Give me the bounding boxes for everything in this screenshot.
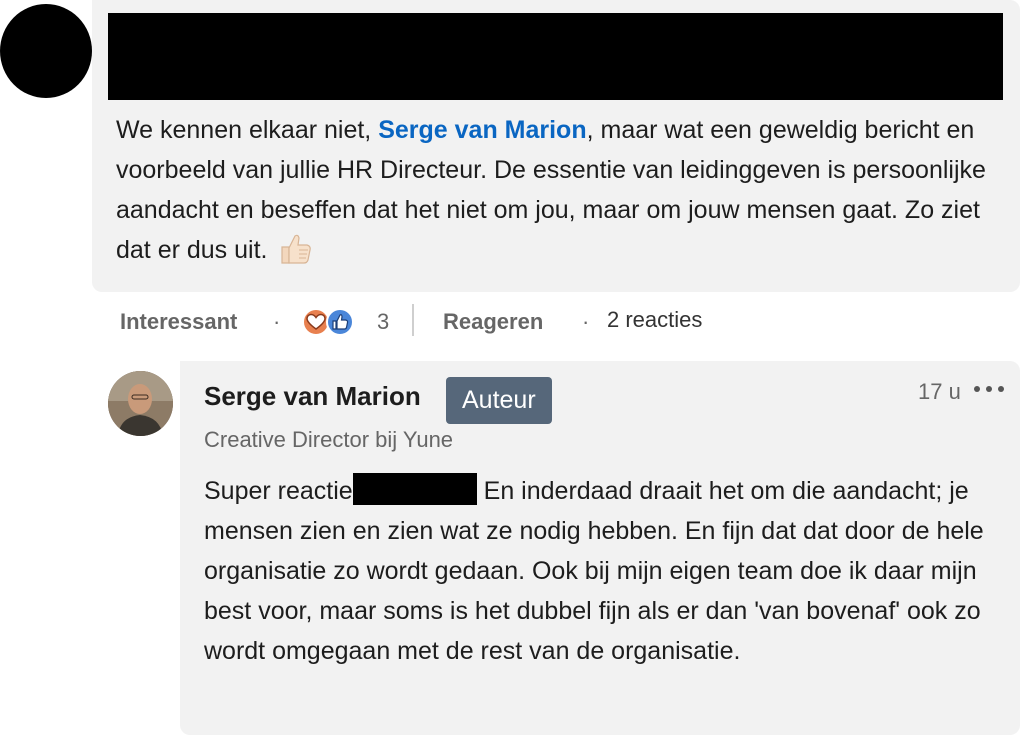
reply-text-before: Super reactie bbox=[204, 477, 353, 505]
author-badge: Auteur bbox=[446, 377, 552, 424]
separator-dot: · bbox=[582, 309, 590, 334]
comment-text: We kennen elkaar niet, Serge van Marion,… bbox=[116, 110, 996, 270]
reply-text-after: En inderdaad draait het om die aandacht;… bbox=[204, 477, 984, 665]
replies-count-link[interactable]: 2 reacties bbox=[607, 298, 702, 342]
more-options-icon[interactable] bbox=[974, 379, 1004, 399]
separator-dot: · bbox=[273, 309, 281, 334]
reply-author-headline: Creative Director bij Yune bbox=[204, 427, 454, 452]
like-reaction-icon bbox=[326, 308, 354, 336]
reactions-summary[interactable] bbox=[302, 300, 354, 344]
commenter-avatar-redacted[interactable] bbox=[0, 4, 92, 98]
reply-author-name[interactable]: Serge van Marion bbox=[204, 381, 421, 412]
mention-link[interactable]: Serge van Marion bbox=[378, 116, 586, 144]
comment-bubble: We kennen elkaar niet, Serge van Marion,… bbox=[92, 0, 1020, 292]
avatar[interactable] bbox=[108, 371, 173, 436]
actions-divider bbox=[412, 304, 414, 336]
interessant-button[interactable]: Interessant bbox=[120, 300, 237, 344]
reply-text: Super reactie En inderdaad draait het om… bbox=[204, 471, 994, 671]
commenter-name-redacted bbox=[108, 13, 1003, 100]
reaction-count[interactable]: 3 bbox=[377, 300, 389, 344]
reply-bubble: Serge van Marion Auteur 17 u Creative Di… bbox=[180, 361, 1020, 735]
reply-timestamp: 17 u bbox=[918, 379, 961, 404]
comment-actions: Interessant · 3 Reageren · 2 reacties bbox=[120, 300, 820, 344]
comment-text-before: We kennen elkaar niet, bbox=[116, 116, 379, 144]
thumbs-up-icon bbox=[281, 234, 312, 264]
mention-redacted bbox=[352, 473, 477, 505]
reageren-button[interactable]: Reageren bbox=[443, 300, 543, 344]
